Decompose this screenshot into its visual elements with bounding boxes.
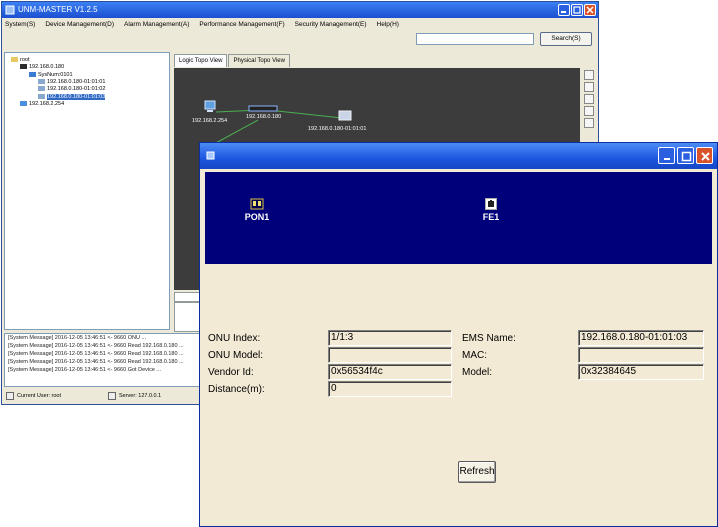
vendor-id-label: Vendor Id:	[208, 367, 254, 378]
tree-node-label: root	[20, 57, 30, 63]
main-window-title: UNM-MASTER V1.2.5	[18, 5, 98, 14]
model-value: 0x32384645	[578, 364, 704, 380]
zoom-in-tool-icon[interactable]	[584, 82, 594, 92]
distance-value: 0	[328, 381, 452, 397]
tree-node-label: SysNum:0101	[38, 71, 73, 78]
pon-port-label: PON1	[244, 212, 270, 222]
fe-port[interactable]: FE1	[477, 198, 505, 222]
onu-icon	[38, 86, 45, 92]
tree-node[interactable]: 192.168.0.180	[20, 64, 64, 71]
distance-label: Distance(m):	[208, 384, 265, 395]
onu-index-label: ONU Index:	[208, 333, 261, 344]
refresh-button[interactable]: Refresh	[458, 461, 496, 483]
topo-tabs: Logic Topo View Physical Topo View	[174, 54, 291, 67]
onu-model-label: ONU Model:	[208, 350, 264, 361]
menu-bar: System(S) Device Management(D) Alarm Man…	[2, 18, 598, 31]
status-current-user: Current User: root	[6, 390, 61, 402]
onu-index-value: 1/1:3	[328, 330, 452, 346]
tree-node-label: 192.168.0.180	[29, 64, 65, 71]
layout-tool-icon[interactable]	[584, 118, 594, 128]
tab-physical-topo-view[interactable]: Physical Topo View	[228, 54, 290, 67]
main-window-titlebar[interactable]: UNM-MASTER V1.2.5	[2, 2, 598, 18]
dialog-minimize-button[interactable]	[658, 147, 675, 164]
status-server-text: Server: 127.0.0.1	[119, 393, 162, 399]
card-icon	[29, 71, 36, 77]
mac-value	[578, 347, 704, 363]
model-label: Model:	[462, 367, 493, 378]
host-icon[interactable]	[204, 100, 218, 114]
search-input[interactable]	[416, 33, 534, 45]
server-icon	[108, 391, 116, 400]
tree-node-label: 192.168.0.180-01:01:03	[47, 93, 106, 100]
menu-help[interactable]: Help(H)	[377, 18, 399, 31]
mac-label: MAC:	[462, 350, 487, 361]
topo-node-label: 192.168.2.254	[192, 118, 228, 124]
close-button[interactable]	[584, 4, 596, 16]
onu-model-value	[328, 347, 452, 363]
onu-icon[interactable]	[338, 110, 352, 122]
topo-node-label: 192.168.0.180-01:01:01	[308, 126, 367, 132]
pon-port[interactable]: PON1	[239, 198, 275, 222]
status-server: Server: 127.0.0.1	[108, 390, 161, 402]
ems-name-value: 192.168.0.180-01:01:03	[578, 330, 704, 346]
onu-icon	[38, 78, 45, 84]
port-panel: PON1 FE1	[205, 172, 712, 264]
menu-performance-management[interactable]: Performance Management(F)	[199, 18, 284, 31]
minimize-button[interactable]	[558, 4, 570, 16]
fit-tool-icon[interactable]	[584, 106, 594, 116]
vendor-id-value: 0x56534f4c	[328, 364, 452, 380]
tree-node[interactable]: root	[11, 57, 29, 64]
topo-node-label: 192.168.0.180	[246, 114, 282, 120]
host-icon	[20, 100, 27, 106]
fe-port-label: FE1	[482, 212, 500, 222]
onu-icon	[38, 93, 45, 99]
menu-security-management[interactable]: Security Management(E)	[295, 18, 367, 31]
dialog-close-button[interactable]	[696, 147, 713, 164]
maximize-button[interactable]	[571, 4, 583, 16]
user-icon	[6, 391, 14, 400]
tree-node[interactable]: SysNum:0101	[29, 72, 73, 79]
olt-icon	[20, 64, 27, 70]
ethernet-port-icon	[485, 198, 497, 210]
search-row: Search(S)	[2, 31, 598, 49]
tree-node[interactable]: 192.168.0.180-01:01:01	[38, 79, 105, 86]
zoom-out-tool-icon[interactable]	[584, 94, 594, 104]
menu-device-management[interactable]: Device Management(D)	[45, 18, 114, 31]
tree-node[interactable]: 192.168.0.180-01:01:02	[38, 86, 105, 93]
tree-node-label: 192.168.0.180-01:01:02	[47, 86, 106, 93]
tree-node-label: 192.168.0.180-01:01:01	[47, 78, 106, 85]
dialog-maximize-button[interactable]	[677, 147, 694, 164]
device-tree[interactable]: root 192.168.0.180 SysNum:0101 192.168.0.18…	[4, 52, 170, 330]
pon-port-icon	[250, 198, 264, 210]
olt-icon[interactable]	[248, 105, 278, 113]
dialog-titlebar[interactable]	[200, 143, 717, 169]
tree-node[interactable]: 192.168.2.254	[20, 101, 64, 108]
tree-node-label: 192.168.2.254	[29, 100, 65, 107]
pointer-tool-icon[interactable]	[584, 70, 594, 80]
folder-icon	[11, 57, 18, 63]
search-button[interactable]: Search(S)	[540, 32, 592, 46]
menu-system[interactable]: System(S)	[5, 18, 35, 31]
ems-name-label: EMS Name:	[462, 333, 516, 344]
app-icon	[5, 5, 15, 15]
dialog-app-icon	[206, 151, 215, 160]
tree-node[interactable]: 192.168.0.180-01:01:03	[38, 93, 106, 101]
onu-info-dialog: PON1 FE1 ONU Index: 1/1:3 ONU Model: Ven…	[199, 142, 718, 527]
menu-alarm-management[interactable]: Alarm Management(A)	[124, 18, 189, 31]
status-current-user-text: Current User: root	[17, 393, 62, 399]
tab-logic-topo-view[interactable]: Logic Topo View	[174, 54, 228, 67]
